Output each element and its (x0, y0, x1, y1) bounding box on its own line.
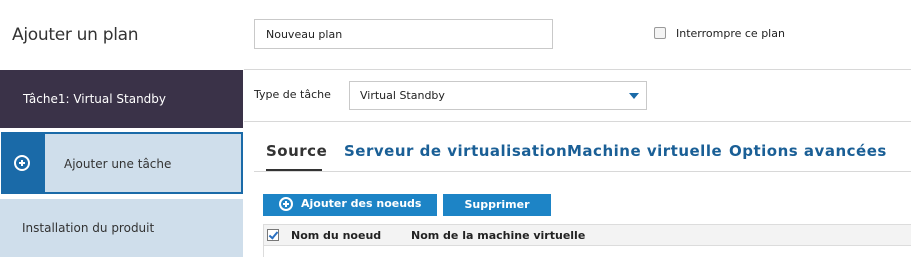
sidebar-item-install-product[interactable]: Installation du produit (0, 199, 243, 257)
plus-circle-icon (14, 155, 30, 171)
tab-advanced-options[interactable]: Options avancées (729, 142, 887, 160)
plus-circle-icon (279, 197, 293, 211)
tab-source[interactable]: Source (266, 142, 327, 160)
task-type-value: Virtual Standby (360, 89, 445, 102)
tab-virtual-machine[interactable]: Machine virtuelle (567, 142, 722, 160)
add-task-label: Ajouter une tâche (64, 157, 172, 171)
sidebar-item-label: Installation du produit (22, 221, 155, 235)
interrupt-plan-checkbox[interactable] (654, 27, 666, 39)
add-task-icon-cell (1, 132, 45, 194)
column-header-node-name[interactable]: Nom du noeud (291, 229, 381, 242)
divider (244, 121, 911, 122)
sidebar: Ajouter un plan Tâche1: Virtual Standby … (0, 0, 244, 257)
divider (244, 69, 911, 70)
task-type-select[interactable]: Virtual Standby (349, 81, 647, 110)
plan-name-input[interactable] (254, 19, 553, 49)
add-task-button[interactable]: Ajouter une tâche (1, 132, 243, 194)
sidebar-item-task1[interactable]: Tâche1: Virtual Standby (0, 70, 243, 128)
select-all-checkbox[interactable] (267, 229, 279, 241)
sidebar-item-label: Tâche1: Virtual Standby (23, 92, 167, 106)
delete-button[interactable]: Supprimer (443, 194, 551, 216)
add-nodes-button[interactable]: Ajouter des noeuds (263, 194, 437, 216)
add-nodes-label: Ajouter des noeuds (301, 197, 422, 210)
divider (254, 171, 911, 172)
tab-virtualization-server[interactable]: Serveur de virtualisation (344, 142, 567, 160)
chevron-down-icon (629, 93, 639, 99)
table-header: Nom du noeud Nom de la machine virtuelle (263, 224, 911, 246)
page-title: Ajouter un plan (12, 25, 139, 45)
interrupt-plan-label: Interrompre ce plan (676, 27, 785, 40)
column-header-vm-name[interactable]: Nom de la machine virtuelle (411, 229, 585, 242)
task-type-label: Type de tâche (254, 88, 331, 101)
table-border (263, 224, 264, 257)
